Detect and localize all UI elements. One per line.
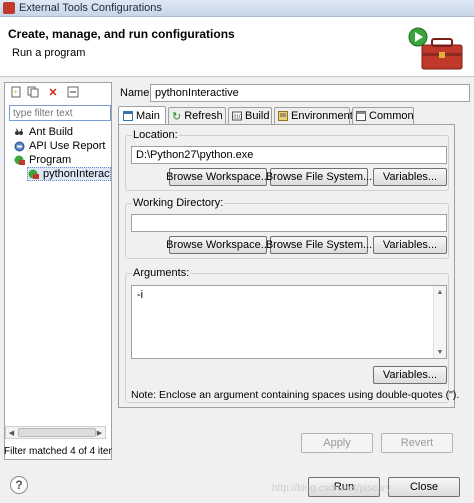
tab-environment[interactable]: Environment bbox=[274, 107, 353, 124]
environment-icon bbox=[278, 111, 288, 122]
scroll-thumb[interactable] bbox=[18, 428, 96, 437]
duplicate-icon[interactable] bbox=[26, 85, 40, 99]
banner-heading: Create, manage, and run configurations bbox=[8, 27, 235, 41]
scroll-down-icon[interactable]: ▼ bbox=[434, 346, 446, 358]
banner-subtitle: Run a program bbox=[12, 47, 86, 59]
tree-item-label: Ant Build bbox=[29, 126, 74, 138]
tree-item-pythoninteractive[interactable]: pythonInteractive bbox=[27, 167, 111, 181]
dialog-banner: Create, manage, and run configurations R… bbox=[0, 17, 474, 77]
main-tab-panel: Location: Browse Workspace... Browse Fil… bbox=[118, 124, 459, 408]
svg-text:010: 010 bbox=[234, 115, 243, 121]
arguments-vscrollbar[interactable]: ▲ ▼ bbox=[433, 286, 446, 358]
python-config-icon bbox=[28, 168, 39, 180]
common-icon bbox=[356, 111, 366, 122]
working-directory-field[interactable] bbox=[131, 214, 447, 232]
workdir-browse-workspace-button[interactable]: Browse Workspace... bbox=[166, 236, 270, 254]
tab-label: Build bbox=[245, 110, 270, 122]
svg-text:+: + bbox=[14, 90, 18, 96]
tab-label: Common bbox=[369, 110, 414, 122]
workdir-variables-button[interactable]: Variables... bbox=[373, 236, 447, 254]
name-label: Name: bbox=[120, 87, 153, 99]
scroll-right-icon[interactable]: ▶ bbox=[94, 427, 105, 438]
arguments-text: -i bbox=[137, 289, 144, 301]
name-field[interactable] bbox=[150, 84, 470, 102]
arguments-label: Arguments: bbox=[132, 267, 191, 279]
arguments-note: Note: Enclose an argument containing spa… bbox=[131, 389, 460, 401]
tree-item-ant-build[interactable]: Ant Build bbox=[13, 125, 73, 139]
close-button[interactable]: Close bbox=[388, 477, 460, 497]
tree-item-label: API Use Report bbox=[29, 140, 106, 152]
program-icon bbox=[13, 154, 25, 166]
collapse-all-icon[interactable] bbox=[66, 85, 80, 99]
title-bar: External Tools Configurations bbox=[0, 0, 474, 17]
refresh-icon: ↻ bbox=[172, 110, 182, 123]
tree-item-label: pythonInteractive bbox=[43, 168, 110, 180]
tree-item-api-use-report[interactable]: API Use Report bbox=[13, 139, 105, 153]
filter-status: Filter matched 4 of 4 items bbox=[4, 446, 112, 457]
tree-item-program[interactable]: Program bbox=[13, 153, 71, 167]
help-icon[interactable]: ? bbox=[10, 476, 28, 494]
location-browse-file-system-button[interactable]: Browse File System... bbox=[266, 168, 372, 186]
toolbox-run-icon bbox=[408, 27, 463, 70]
arguments-textarea[interactable]: -i ▲ ▼ bbox=[131, 285, 447, 359]
location-variables-button[interactable]: Variables... bbox=[373, 168, 447, 186]
tab-refresh[interactable]: ↻ Refresh bbox=[168, 107, 226, 124]
tab-main[interactable]: Main bbox=[118, 106, 166, 125]
tab-build[interactable]: 010 Build bbox=[228, 107, 272, 124]
scroll-left-icon[interactable]: ◀ bbox=[6, 427, 17, 438]
tab-label: Environment bbox=[291, 110, 353, 122]
scroll-up-icon[interactable]: ▲ bbox=[434, 286, 446, 298]
new-config-icon[interactable]: + bbox=[9, 85, 23, 99]
app-icon bbox=[3, 2, 15, 14]
apply-button[interactable]: Apply bbox=[301, 433, 373, 453]
api-icon bbox=[13, 140, 25, 152]
tab-common[interactable]: Common bbox=[352, 107, 414, 124]
revert-button[interactable]: Revert bbox=[381, 433, 453, 453]
filter-input[interactable] bbox=[9, 105, 111, 121]
tab-label: Refresh bbox=[184, 110, 223, 122]
workdir-browse-file-system-button[interactable]: Browse File System... bbox=[266, 236, 372, 254]
location-field[interactable] bbox=[131, 146, 447, 164]
watermark-text: http://blog.csdn.net/piscary bbox=[272, 483, 391, 494]
tree-hscrollbar[interactable]: ◀ ▶ bbox=[5, 426, 106, 439]
working-directory-label: Working Directory: bbox=[132, 197, 225, 209]
main-icon bbox=[122, 111, 133, 122]
window-title: External Tools Configurations bbox=[19, 2, 162, 14]
arguments-variables-button[interactable]: Variables... bbox=[373, 366, 447, 384]
config-tree-pane: + ✕ Ant Build API Use Report Program pyt… bbox=[4, 82, 112, 460]
build-icon: 010 bbox=[232, 111, 242, 122]
delete-icon[interactable]: ✕ bbox=[46, 85, 60, 99]
location-browse-workspace-button[interactable]: Browse Workspace... bbox=[166, 168, 270, 186]
ant-icon bbox=[13, 126, 25, 138]
location-label: Location: bbox=[132, 129, 179, 141]
tree-item-label: Program bbox=[29, 154, 72, 166]
tab-label: Main bbox=[136, 110, 160, 122]
